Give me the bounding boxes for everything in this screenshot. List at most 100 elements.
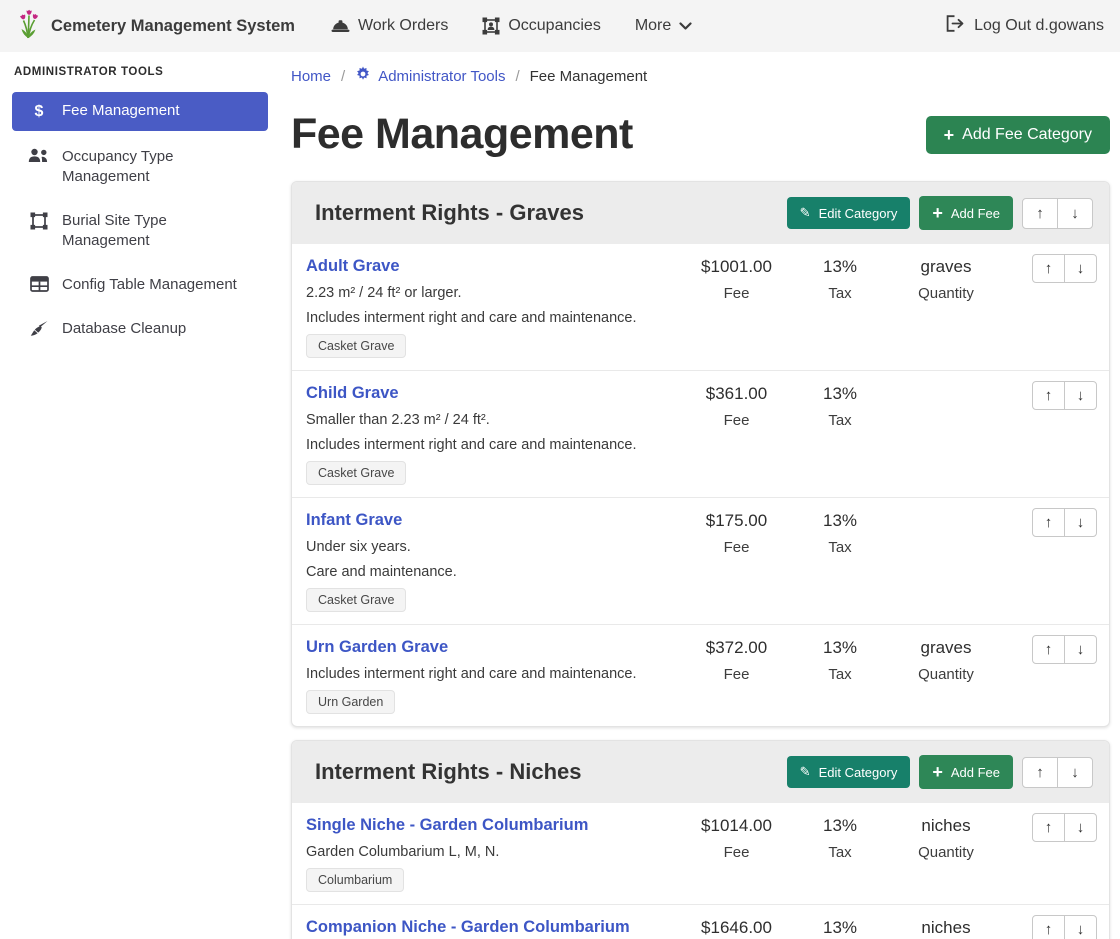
fee-row: Single Niche - Garden Columbarium Garden… [292, 803, 1109, 905]
breadcrumb-home-link[interactable]: Home [291, 68, 331, 85]
sidebar-item-config-table[interactable]: Config Table Management [12, 267, 268, 303]
people-icon [28, 148, 50, 163]
breadcrumb-separator: / [515, 68, 519, 85]
quantity-label: Quantity [891, 666, 1001, 683]
sidebar-item-database-cleanup[interactable]: Database Cleanup [12, 311, 268, 347]
nav-more[interactable]: More [635, 17, 692, 35]
fee-name-link[interactable]: Adult Grave [306, 257, 400, 276]
top-navbar: Cemetery Management System Work Orders [0, 0, 1120, 52]
move-fee-down-button[interactable]: ↓ [1064, 915, 1097, 939]
breadcrumb: Home / Administrator Tools / Fee Managem… [291, 66, 1110, 86]
plus-icon: + [932, 763, 943, 781]
tax-label: Tax [789, 285, 891, 302]
fee-amount: $175.00 [684, 511, 789, 531]
fee-label: Fee [684, 412, 789, 429]
sidebar-item-fee-management[interactable]: $ Fee Management [12, 92, 268, 131]
pencil-icon: ✎ [800, 205, 811, 221]
quantity-label: Quantity [891, 844, 1001, 861]
nav-work-orders[interactable]: Work Orders [331, 17, 448, 35]
add-fee-button[interactable]: + Add Fee [919, 196, 1013, 230]
fee-description: Includes interment right and care and ma… [306, 437, 684, 453]
tax-amount: 13% [789, 257, 891, 277]
fee-name-link[interactable]: Single Niche - Garden Columbarium [306, 816, 588, 835]
fee-description: Includes interment right and care and ma… [306, 310, 684, 326]
move-fee-down-button[interactable]: ↓ [1064, 813, 1097, 842]
edit-category-label: Edit Category [819, 206, 898, 221]
logout-button[interactable]: Log Out d.gowans [946, 15, 1104, 37]
edit-category-button[interactable]: ✎ Edit Category [787, 756, 911, 788]
fee-amount: $1646.00 [684, 918, 789, 938]
fee-name-link[interactable]: Infant Grave [306, 511, 402, 530]
fee-description: Garden Columbarium L, M, N. [306, 844, 684, 860]
move-fee-down-button[interactable]: ↓ [1064, 508, 1097, 537]
fee-name-link[interactable]: Urn Garden Grave [306, 638, 448, 657]
dollar-icon: $ [28, 102, 50, 122]
tax-label: Tax [789, 666, 891, 683]
page-title: Fee Management [291, 110, 633, 159]
move-fee-up-button[interactable]: ↑ [1032, 254, 1065, 283]
move-fee-up-button[interactable]: ↑ [1032, 813, 1065, 842]
fee-name-link[interactable]: Child Grave [306, 384, 399, 403]
fee-label: Fee [684, 285, 789, 302]
sidebar-item-label: Database Cleanup [62, 319, 186, 339]
fee-tag-badge: Urn Garden [306, 690, 395, 714]
sidebar-heading: ADMINISTRATOR TOOLS [12, 66, 268, 78]
quantity-unit: graves [891, 638, 1001, 658]
move-fee-down-button[interactable]: ↓ [1064, 254, 1097, 283]
move-category-up-button[interactable]: ↑ [1022, 757, 1058, 788]
move-fee-up-button[interactable]: ↑ [1032, 381, 1065, 410]
sidebar-item-label: Fee Management [62, 101, 180, 121]
brand[interactable]: Cemetery Management System [16, 8, 295, 45]
pencil-icon: ✎ [800, 764, 811, 780]
move-fee-up-button[interactable]: ↑ [1032, 915, 1065, 939]
tax-amount: 13% [789, 511, 891, 531]
fee-category-card: Interment Rights - Graves ✎ Edit Categor… [291, 181, 1110, 727]
fee-tag-badge: Casket Grave [306, 334, 406, 358]
fee-row: Adult Grave 2.23 m² / 24 ft² or larger. … [292, 244, 1109, 371]
nav-more-label: More [635, 17, 671, 35]
tax-amount: 13% [789, 638, 891, 658]
fee-label: Fee [684, 666, 789, 683]
category-header: Interment Rights - Niches ✎ Edit Categor… [292, 741, 1109, 803]
move-fee-down-button[interactable]: ↓ [1064, 381, 1097, 410]
move-category-down-button[interactable]: ↓ [1057, 198, 1093, 229]
fee-row: Child Grave Smaller than 2.23 m² / 24 ft… [292, 371, 1109, 498]
occupancy-frame-icon [482, 17, 500, 35]
fee-amount: $1014.00 [684, 816, 789, 836]
fee-tag-badge: Columbarium [306, 868, 404, 892]
fee-description: 2.23 m² / 24 ft² or larger. [306, 285, 684, 301]
plus-icon: + [944, 126, 955, 144]
fee-amount: $372.00 [684, 638, 789, 658]
sidebar-item-label: Config Table Management [62, 275, 237, 295]
move-category-up-button[interactable]: ↑ [1022, 198, 1058, 229]
logout-label: Log Out d.gowans [974, 17, 1104, 35]
nav-occupancies-label: Occupancies [508, 17, 601, 35]
add-fee-button[interactable]: + Add Fee [919, 755, 1013, 789]
move-fee-up-button[interactable]: ↑ [1032, 508, 1065, 537]
hard-hat-icon [331, 18, 350, 34]
nav-work-orders-label: Work Orders [358, 17, 448, 35]
breadcrumb-admin-tools-link[interactable]: Administrator Tools [355, 66, 505, 86]
frame-icon [28, 212, 50, 230]
move-fee-down-button[interactable]: ↓ [1064, 635, 1097, 664]
tax-amount: 13% [789, 816, 891, 836]
fee-description: Smaller than 2.23 m² / 24 ft². [306, 412, 684, 428]
edit-category-button[interactable]: ✎ Edit Category [787, 197, 911, 229]
logout-icon [946, 15, 965, 37]
add-fee-category-button[interactable]: + Add Fee Category [926, 116, 1110, 154]
fee-label: Fee [684, 844, 789, 861]
fee-description: Care and maintenance. [306, 564, 684, 580]
sidebar-item-occupancy-type[interactable]: Occupancy Type Management [12, 139, 268, 195]
chevron-down-icon [679, 22, 692, 31]
sidebar-item-burial-site-type[interactable]: Burial Site Type Management [12, 203, 268, 259]
fee-name-link[interactable]: Companion Niche - Garden Columbarium [306, 918, 630, 937]
add-fee-category-label: Add Fee Category [962, 126, 1092, 144]
fee-row: Urn Garden Grave Includes interment righ… [292, 625, 1109, 726]
breadcrumb-separator: / [341, 68, 345, 85]
fee-tag-badge: Casket Grave [306, 588, 406, 612]
add-fee-label: Add Fee [951, 206, 1000, 221]
move-category-down-button[interactable]: ↓ [1057, 757, 1093, 788]
move-fee-up-button[interactable]: ↑ [1032, 635, 1065, 664]
nav-occupancies[interactable]: Occupancies [482, 17, 601, 35]
tax-label: Tax [789, 844, 891, 861]
